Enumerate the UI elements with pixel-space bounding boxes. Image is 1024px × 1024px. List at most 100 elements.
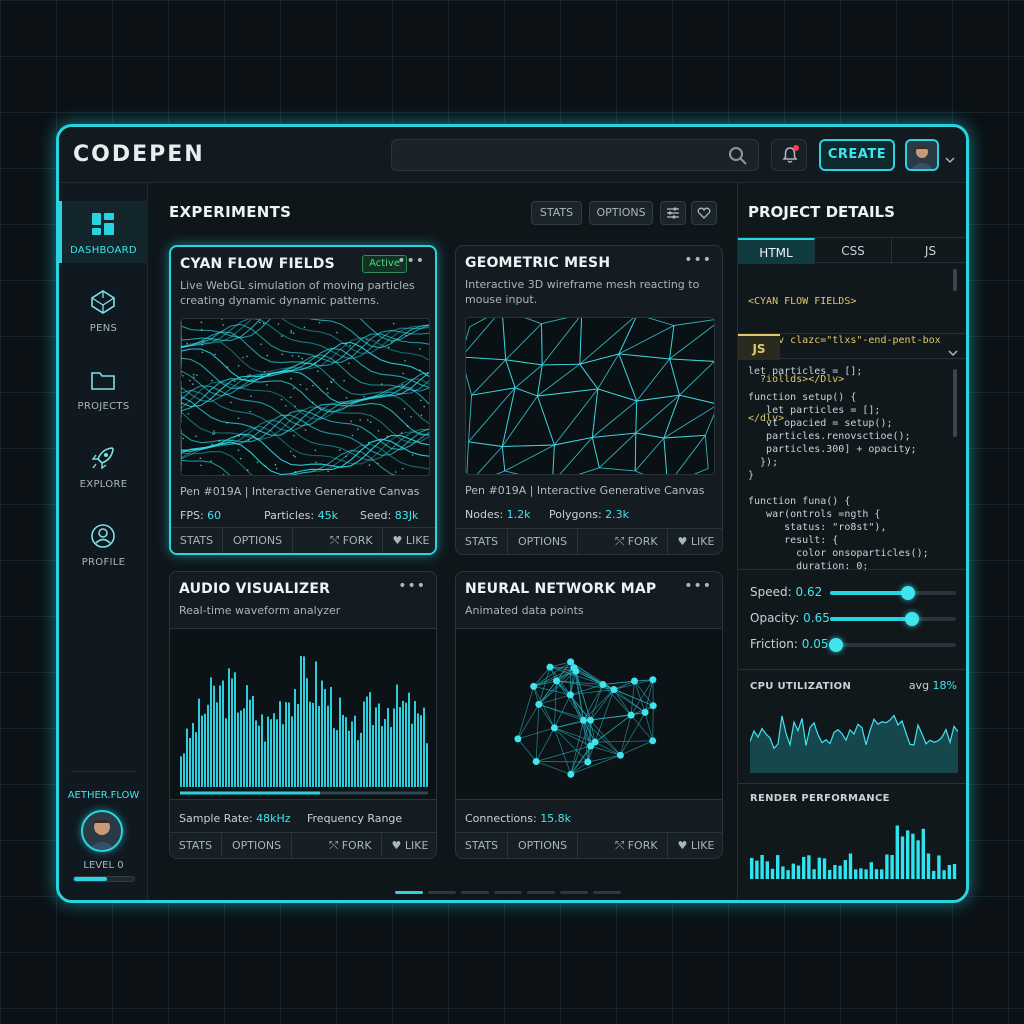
code-line: let particles = []; (748, 405, 881, 416)
sidebar-item-label: EXPLORE (79, 479, 128, 490)
heart-icon: ♥ (677, 839, 691, 852)
fork-label: FORK (627, 535, 658, 548)
like-button[interactable]: ♥ LIKE (668, 833, 722, 858)
card-options-button[interactable]: OPTIONS (508, 833, 578, 858)
card-preview[interactable] (456, 628, 722, 800)
slider-fill (830, 591, 908, 595)
card-stat: Seed: 83Jk (360, 509, 418, 522)
sidebar-item-dashboard[interactable]: DASHBOARD (59, 201, 148, 263)
card-preview[interactable] (180, 318, 430, 476)
stats-button[interactable]: STATS (531, 201, 582, 225)
like-button[interactable]: ♥ LIKE (382, 833, 436, 858)
slider-value: 0.05 (801, 637, 829, 651)
fork-button[interactable]: ⤲ FORK (321, 528, 383, 553)
card-stat: Frequency Range (307, 812, 402, 825)
tab-js[interactable]: JS (892, 238, 966, 264)
card-title: CYAN FLOW FIELDS (180, 256, 335, 272)
page-dot[interactable] (461, 891, 489, 894)
avatar[interactable] (81, 810, 123, 852)
chevron-down-icon[interactable] (945, 149, 955, 168)
filter-button[interactable] (660, 201, 686, 225)
page-dot[interactable] (527, 891, 555, 894)
search-icon[interactable] (728, 146, 748, 170)
page-dot[interactable] (593, 891, 621, 894)
card-neural-network-map[interactable]: NEURAL NETWORK MAP ••• Animated data point… (455, 571, 723, 859)
slider-track[interactable] (830, 643, 956, 647)
stat-label: Particles: (264, 509, 315, 522)
stat-label: Connections: (465, 812, 537, 825)
more-options-icon[interactable]: ••• (397, 253, 425, 269)
chevron-down-icon[interactable] (948, 342, 958, 361)
card-stat: Polygons: 2.3k (549, 508, 629, 521)
like-button[interactable]: ♥ LIKE (383, 528, 435, 553)
card-geometric-mesh[interactable]: GEOMETRIC MESH ••• Interactive 3D wirefram… (455, 245, 723, 555)
more-options-icon[interactable]: ••• (398, 578, 426, 594)
card-stats-button[interactable]: STATS (171, 528, 223, 553)
options-button[interactable]: OPTIONS (589, 201, 653, 225)
card-title: NEURAL NETWORK MAP (465, 581, 657, 597)
sidebar-item-profile[interactable]: PROFILE (59, 513, 148, 575)
pagination (395, 879, 626, 898)
card-footer: STATS OPTIONS ⤲ FORK ♥ LIKE (456, 832, 722, 858)
slider-handle[interactable] (905, 612, 919, 626)
slider-label: Speed: (750, 585, 792, 599)
card-stats-button[interactable]: STATS (456, 833, 508, 858)
page-dot[interactable] (560, 891, 588, 894)
fork-button[interactable]: ⤲ FORK (606, 529, 668, 554)
slider-handle[interactable] (829, 638, 843, 652)
sidebar-item-pens[interactable]: PENS (59, 279, 148, 341)
card-description: Real-time waveform analyzer (179, 604, 341, 617)
like-label: LIKE (690, 839, 715, 852)
tab-js-section[interactable]: JS (738, 334, 780, 360)
notifications-button[interactable] (771, 139, 807, 171)
user-avatar-button[interactable] (905, 139, 939, 171)
fork-button[interactable]: ⤲ FORK (320, 833, 382, 858)
slider-value: 0.65 (803, 611, 830, 625)
card-options-button[interactable]: OPTIONS (508, 529, 578, 554)
create-button[interactable]: CREATE (819, 139, 895, 171)
search-input[interactable] (391, 139, 759, 171)
html-scrollbar[interactable] (953, 269, 957, 291)
level-label: LEVEL 0 (83, 860, 124, 871)
sidebar-item-projects[interactable]: PROJECTS (59, 357, 148, 419)
experiments-panel: EXPERIMENTS STATS OPTIONS CYAN FLOW FIEL… (149, 183, 736, 900)
username: AETHER.FLOW (67, 790, 140, 801)
slider-handle[interactable] (901, 586, 915, 600)
card-stats-button[interactable]: STATS (170, 833, 222, 858)
card-options-button[interactable]: OPTIONS (223, 528, 293, 553)
card-title: GEOMETRIC MESH (465, 255, 611, 271)
more-options-icon[interactable]: ••• (684, 578, 712, 594)
tab-html[interactable]: HTML (738, 238, 815, 264)
js-scrollbar[interactable] (953, 369, 957, 437)
like-label: LIKE (405, 534, 430, 547)
more-options-icon[interactable]: ••• (684, 252, 712, 268)
audio-visual (180, 656, 428, 795)
tab-css[interactable]: CSS (815, 238, 892, 264)
js-section-header: JS (738, 333, 966, 361)
slider-label: Friction: (750, 637, 798, 651)
card-preview[interactable] (465, 317, 715, 475)
favorite-button[interactable] (691, 201, 717, 225)
page-dot[interactable] (428, 891, 456, 894)
heart-icon: ♥ (391, 839, 405, 852)
cpu-chart (750, 714, 958, 773)
like-button[interactable]: ♥ LIKE (668, 529, 722, 554)
page-dot[interactable] (494, 891, 522, 894)
card-options-button[interactable]: OPTIONS (222, 833, 292, 858)
card-stats-button[interactable]: STATS (456, 529, 508, 554)
user-icon (91, 524, 115, 548)
card-meta: Pen #019A | Interactive Generative Canva… (180, 485, 420, 498)
card-cyan-flow-fields[interactable]: CYAN FLOW FIELDS Active ••• Live WebGL simu… (169, 245, 437, 555)
code-line: color onsoparticles(); (748, 548, 929, 559)
card-preview[interactable] (170, 628, 436, 800)
sidebar-item-explore[interactable]: EXPLORE (59, 435, 148, 497)
divider (738, 669, 966, 670)
codepen-logo[interactable]: CODEPEN (73, 142, 205, 167)
card-audio-visualizer[interactable]: AUDIO VISUALIZER ••• Real-time waveform an… (169, 571, 437, 859)
page-dot[interactable] (395, 891, 423, 894)
fork-button[interactable]: ⤲ FORK (606, 833, 668, 858)
stat-value: 15.8k (540, 812, 572, 825)
divider (738, 569, 966, 570)
